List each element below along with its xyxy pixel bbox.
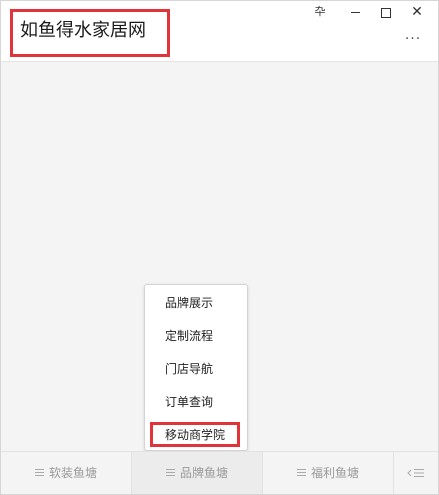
menu-item-mobile-business-school[interactable]: 移动商学院 [165,428,225,442]
close-button[interactable]: ✕ [406,3,428,21]
tab-welfare[interactable]: 福利鱼塘 [263,452,393,494]
menu-item-order-query[interactable]: 订单查询 [165,395,213,409]
maximize-button[interactable] [375,3,397,21]
keyboard-toggle-icon [407,469,424,477]
menu-icon [296,469,306,476]
tab-label: 软装鱼塘 [48,466,97,480]
menu-item-customization-process[interactable]: 定制流程 [165,329,213,343]
more-options-button[interactable]: ··· [402,32,424,46]
minimize-icon [350,12,360,13]
page-title: 如鱼得水家居网 [20,20,146,41]
header-bar: 如鱼得水家居网 卆 ✕ ··· [1,1,438,62]
menu-item-store-navigation[interactable]: 门店导航 [165,362,213,376]
menu-icon [165,469,175,476]
minimize-button[interactable] [344,3,366,21]
pin-icon[interactable]: 卆 [309,3,331,21]
app-window: 如鱼得水家居网 卆 ✕ ··· 品牌展示 定制流程 门店导航 订单查询 移动商学… [0,0,439,495]
bottom-tab-bar: 软装鱼塘 品牌鱼塘 福利鱼塘 [1,451,438,494]
keyboard-toggle-button[interactable] [393,452,438,494]
menu-item-brand-showcase[interactable]: 品牌展示 [165,296,213,310]
maximize-icon [381,7,391,18]
popup-menu: 品牌展示 定制流程 门店导航 订单查询 移动商学院 [144,284,248,451]
tab-label: 福利鱼塘 [310,466,359,480]
tab-brand[interactable]: 品牌鱼塘 [131,452,263,494]
tab-label: 品牌鱼塘 [179,466,228,480]
tab-soft-furnishing[interactable]: 软装鱼塘 [1,452,131,494]
menu-icon [34,469,44,476]
